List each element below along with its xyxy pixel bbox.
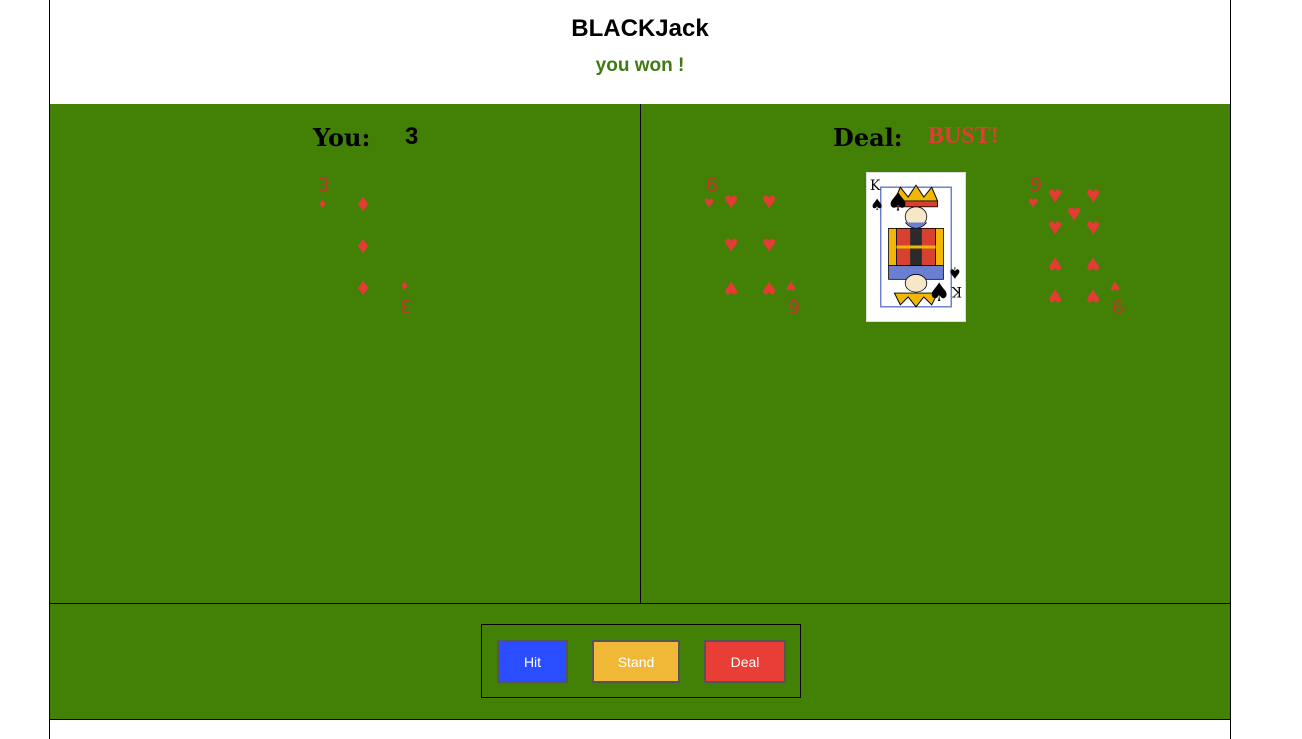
dealer-label: Deal:: [833, 123, 903, 152]
heart-icon: ♥: [1067, 200, 1082, 227]
card-index-top: 3: [318, 174, 331, 196]
game-table: You: 3 3 ♦ ♦ ♦ ♦ ♦ 3 Deal: BUST! 6 ♥ ♥ ♥: [50, 104, 1230, 604]
king-of-spades-face: K ♠ K ♠ ♠ ♠: [866, 172, 966, 322]
card-index-bottom: 9: [1112, 295, 1125, 317]
stand-button[interactable]: Stand: [592, 640, 680, 683]
player-card-3-diamonds: 3 ♦ ♦ ♦ ♦ ♦ 3: [315, 172, 415, 322]
svg-text:K: K: [951, 283, 962, 299]
heart-icon: ♥: [724, 275, 739, 302]
diamond-icon: ♦: [401, 277, 409, 293]
button-group: Hit Stand Deal: [481, 624, 801, 698]
heart-icon: ♥: [704, 193, 715, 212]
card-index-bottom: 6: [788, 295, 801, 317]
heart-icon: ♥: [762, 275, 777, 302]
heart-icon: ♥: [1048, 251, 1063, 278]
heart-icon: ♥: [1028, 193, 1039, 212]
heart-icon: ♥: [1048, 182, 1063, 209]
player-area: You: 3 3 ♦ ♦ ♦ ♦ ♦ 3: [50, 104, 641, 603]
diamond-icon: ♦: [357, 232, 370, 259]
heart-icon: ♥: [1086, 251, 1101, 278]
diamond-icon: ♦: [357, 190, 370, 217]
heart-icon: ♥: [1086, 283, 1101, 310]
dealer-card-9-hearts: 9 ♥ ♥ ♥ ♥ ♥ ♥ ♥ ♥ ♥ ♥ ♥ 9: [1028, 172, 1128, 322]
svg-text:♠: ♠: [887, 188, 910, 218]
heart-icon: ♥: [1086, 214, 1101, 241]
result-message: you won !: [595, 55, 685, 76]
heart-icon: ♥: [1048, 214, 1063, 241]
dealer-card-6-hearts: 6 ♥ ♥ ♥ ♥ ♥ ♥ ♥ ♥ 6: [704, 172, 804, 322]
svg-text:K: K: [870, 178, 881, 194]
diamond-icon: ♦: [357, 274, 370, 301]
controls-bar: Hit Stand Deal: [50, 604, 1230, 720]
heart-icon: ♥: [762, 188, 777, 215]
heart-icon: ♥: [1086, 182, 1101, 209]
player-label: You:: [313, 123, 371, 152]
card-index-bottom: 3: [400, 295, 413, 317]
dealer-area: Deal: BUST! 6 ♥ ♥ ♥ ♥ ♥ ♥ ♥ ♥ 6 K ♠ K ♠ …: [641, 104, 1231, 603]
heart-icon: ♥: [724, 188, 739, 215]
hit-button[interactable]: Hit: [497, 640, 568, 683]
heart-icon: ♥: [762, 231, 777, 258]
diamond-icon: ♦: [319, 195, 327, 211]
game-title: BLACKJack: [571, 15, 709, 42]
player-score: 3: [405, 123, 419, 150]
heart-icon: ♥: [1048, 283, 1063, 310]
heart-icon: ♥: [724, 231, 739, 258]
game-frame: BLACKJack you won ! You: 3 3 ♦ ♦ ♦ ♦ ♦ 3…: [49, 0, 1231, 739]
header: BLACKJack you won !: [50, 0, 1230, 105]
heart-icon: ♥: [1110, 277, 1121, 296]
dealer-status: BUST!: [928, 123, 999, 149]
dealer-card-king-spades: K ♠ K ♠ ♠ ♠: [866, 172, 966, 322]
heart-icon: ♥: [786, 277, 797, 296]
deal-button[interactable]: Deal: [704, 640, 786, 683]
svg-text:♠: ♠: [870, 195, 884, 214]
svg-text:♠: ♠: [928, 278, 951, 308]
